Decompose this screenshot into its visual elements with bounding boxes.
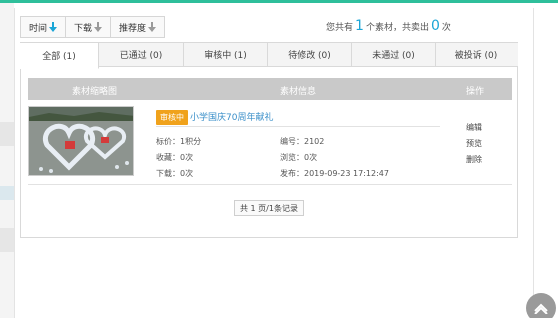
chevron-up-icon	[534, 303, 548, 314]
summary-middle: 个素材，共卖出	[365, 23, 429, 33]
delete-link[interactable]: 删除	[466, 154, 482, 165]
summary-prefix: 您共有	[326, 23, 354, 33]
sort-label: 时间	[29, 23, 48, 34]
id-field: 编号：2102	[280, 137, 325, 146]
tab-rejected[interactable]: 未通过 (0)	[352, 43, 436, 66]
divider	[156, 126, 440, 127]
column-header-thumbnail: 素材缩略图	[72, 87, 118, 97]
favorites-field: 收藏：0次	[156, 153, 194, 162]
sort-bar: 时间 下载 推荐度	[20, 16, 166, 38]
table-header: 素材缩略图 素材信息 操作	[28, 78, 512, 100]
tab-all[interactable]: 全部 (1)	[20, 43, 99, 69]
sort-by-recommend-button[interactable]: 推荐度	[111, 17, 164, 37]
material-summary: 您共有 1 个素材，共卖出 0 次	[326, 18, 451, 34]
sort-by-time-button[interactable]: 时间	[21, 17, 67, 37]
sort-label: 下载	[74, 23, 93, 34]
summary-suffix: 次	[441, 23, 451, 33]
sidebar-block[interactable]	[0, 186, 14, 200]
sidebar-block[interactable]	[0, 122, 14, 146]
left-sidebar-strip	[0, 3, 14, 318]
pagination[interactable]: 共 1 页/1条记录	[234, 200, 304, 216]
tab-pending-edit[interactable]: 待修改 (0)	[268, 43, 352, 66]
material-thumbnail[interactable]	[28, 106, 134, 176]
column-header-actions: 操作	[466, 87, 485, 97]
price-field: 标价：1积分	[156, 137, 202, 146]
back-to-top-button[interactable]	[526, 293, 556, 318]
playground-photo-image	[29, 107, 133, 175]
material-title-link[interactable]: 小学国庆70周年献礼	[190, 110, 273, 123]
preview-link[interactable]: 预览	[466, 138, 482, 149]
tab-complained[interactable]: 被投诉 (0)	[436, 43, 516, 66]
status-tabs: 全部 (1) 已通过 (0) 审核中 (1) 待修改 (0) 未通过 (0) 被…	[20, 42, 518, 69]
sort-label: 推荐度	[119, 23, 147, 34]
sold-count: 0	[430, 18, 440, 34]
published-field: 发布：2019-09-23 17:12:47	[280, 169, 389, 178]
top-accent-bar	[0, 0, 558, 3]
sidebar-block[interactable]	[0, 228, 14, 252]
tab-reviewing[interactable]: 审核中 (1)	[184, 43, 268, 66]
views-field: 浏览：0次	[280, 153, 318, 162]
arrow-down-icon	[94, 22, 103, 32]
row-divider	[28, 184, 512, 185]
sort-by-downloads-button[interactable]: 下载	[66, 17, 112, 37]
edit-link[interactable]: 编辑	[466, 122, 482, 133]
arrow-down-icon	[49, 22, 58, 32]
arrow-down-icon	[148, 22, 157, 32]
column-header-info: 素材信息	[280, 87, 317, 97]
tab-approved[interactable]: 已通过 (0)	[99, 43, 184, 66]
status-badge: 审核中	[156, 110, 188, 125]
material-count: 1	[355, 18, 364, 34]
downloads-field: 下载：0次	[156, 169, 194, 178]
